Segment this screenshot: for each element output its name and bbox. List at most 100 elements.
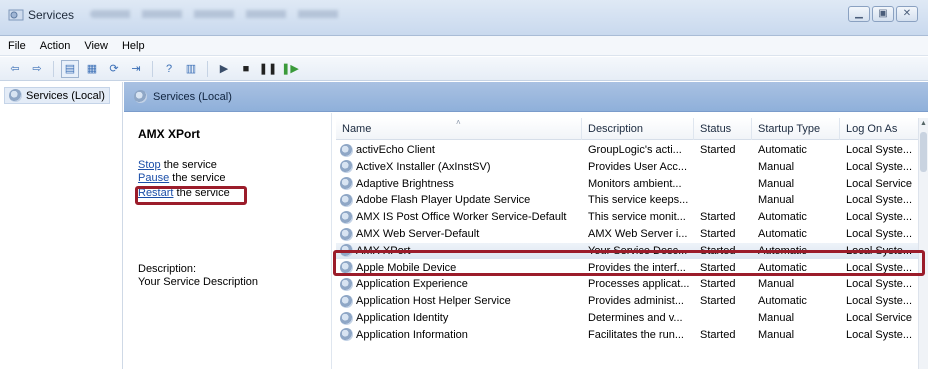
table-row[interactable]: activEcho Client GroupLogic's acti... Star… bbox=[336, 142, 928, 158]
toolbar-separator bbox=[53, 60, 54, 77]
toolbar: ⇦ ⇨ ▤ ▦ ⟳ ⇥ ? ▥ ▶ ■ ❚❚ ❚▶ bbox=[0, 57, 928, 81]
cell-name: Application Host Helper Service bbox=[340, 293, 584, 309]
console-tree-icon[interactable]: ▤ bbox=[61, 59, 79, 78]
cell-description: Provides administ... bbox=[588, 295, 684, 308]
service-name-text: Application Identity bbox=[356, 312, 449, 324]
main-header-label: Services (Local) bbox=[153, 90, 232, 103]
minimize-button[interactable]: ▁ bbox=[848, 6, 870, 22]
gear-icon bbox=[340, 311, 353, 325]
window-title: Services bbox=[28, 8, 75, 22]
stop-link-rest: the service bbox=[160, 159, 217, 171]
view-icon[interactable]: ▥ bbox=[182, 60, 200, 78]
maximize-button[interactable]: ▣ bbox=[872, 6, 894, 22]
cell-name: Application Information bbox=[340, 327, 584, 343]
cell-startup-type: Automatic bbox=[758, 228, 807, 240]
help-icon[interactable]: ? bbox=[160, 60, 178, 78]
cell-status: Started bbox=[700, 295, 736, 308]
services-window: Services ▁ ▣ ✕ File Action View Help ⇦ ⇨… bbox=[0, 0, 928, 369]
gear-icon bbox=[340, 227, 353, 241]
table-row[interactable]: ActiveX Installer (AxInstSV) Provides Use… bbox=[336, 159, 928, 175]
toolbar-separator bbox=[207, 60, 208, 77]
table-row[interactable]: Application Experience Processes applicat… bbox=[336, 276, 928, 292]
service-name-text: Application Experience bbox=[356, 278, 468, 291]
cell-startup-type: Automatic bbox=[758, 211, 807, 224]
menu-view[interactable]: View bbox=[84, 36, 108, 55]
cell-startup-type: Automatic bbox=[758, 144, 807, 156]
gear-icon bbox=[9, 89, 22, 102]
service-name-text: Application Information bbox=[356, 328, 468, 341]
table-row[interactable]: AMX Web Server-Default AMX Web Server i..… bbox=[336, 226, 928, 242]
cell-status: Started bbox=[700, 211, 736, 224]
service-name-text: Application Host Helper Service bbox=[356, 295, 511, 308]
table-row[interactable]: Application Host Helper Service Provides … bbox=[336, 293, 928, 309]
column-status[interactable]: Status bbox=[694, 118, 752, 140]
vertical-scrollbar[interactable]: ▲ bbox=[918, 118, 928, 369]
column-startup-type[interactable]: Startup Type bbox=[752, 118, 840, 140]
service-name-text: ActiveX Installer (AxInstSV) bbox=[356, 160, 491, 173]
cell-log-on-as: Local Syste... bbox=[846, 194, 913, 207]
description-label: Description: bbox=[138, 263, 197, 275]
gear-icon bbox=[340, 328, 353, 342]
console-tree: Services (Local) bbox=[0, 82, 123, 369]
resume-icon[interactable]: ❚▶ bbox=[281, 60, 299, 78]
stop-icon[interactable]: ■ bbox=[237, 60, 255, 78]
menu-action[interactable]: Action bbox=[40, 36, 71, 55]
tree-item-services-local[interactable]: Services (Local) bbox=[4, 87, 110, 104]
properties-icon[interactable]: ▦ bbox=[83, 60, 101, 78]
gear-icon bbox=[340, 294, 353, 308]
column-log-on-as[interactable]: Log On As bbox=[840, 118, 918, 140]
table-row[interactable]: Application Identity Determines and v... M… bbox=[336, 310, 928, 326]
cell-status: Started bbox=[700, 144, 736, 156]
cell-name: ActiveX Installer (AxInstSV) bbox=[340, 159, 584, 175]
column-name[interactable]: Name ˄ bbox=[336, 118, 582, 140]
cell-startup-type: Manual bbox=[758, 328, 795, 341]
gear-icon bbox=[340, 177, 353, 191]
scrollbar-thumb[interactable] bbox=[920, 132, 927, 172]
column-description[interactable]: Description bbox=[582, 118, 694, 140]
service-name-text: Adobe Flash Player Update Service bbox=[356, 194, 531, 207]
cell-description: AMX Web Server i... bbox=[588, 228, 688, 240]
menu-help[interactable]: Help bbox=[122, 36, 145, 55]
pause-action: Pause the service bbox=[138, 172, 225, 184]
gear-icon bbox=[134, 90, 147, 103]
cell-name: AMX IS Post Office Worker Service-Defaul… bbox=[340, 209, 584, 225]
cell-name: Adaptive Brightness bbox=[340, 176, 584, 192]
back-icon[interactable]: ⇦ bbox=[6, 60, 24, 78]
stop-link[interactable]: Stop bbox=[138, 159, 161, 171]
table-row[interactable]: Adaptive Brightness Monitors ambient... Ma… bbox=[336, 176, 928, 192]
blurred-titlebar-text bbox=[90, 10, 350, 18]
gear-icon bbox=[340, 160, 353, 174]
cell-startup-type: Automatic bbox=[758, 295, 807, 308]
cell-startup-type: Manual bbox=[758, 312, 795, 324]
table-row[interactable]: Application Information Facilitates the r… bbox=[336, 327, 928, 343]
service-detail-pane: AMX XPort Stop the service Pause the ser… bbox=[124, 113, 332, 369]
cell-description: Facilitates the run... bbox=[588, 328, 684, 341]
cell-log-on-as: Local Service bbox=[846, 177, 913, 190]
forward-icon[interactable]: ⇨ bbox=[28, 60, 46, 78]
cell-startup-type: Manual bbox=[758, 278, 795, 291]
refresh-icon[interactable]: ⟳ bbox=[105, 60, 123, 78]
cell-description: Processes applicat... bbox=[588, 278, 690, 291]
gear-icon bbox=[340, 210, 353, 224]
scroll-up-icon[interactable]: ▲ bbox=[920, 120, 927, 127]
pause-icon[interactable]: ❚❚ bbox=[259, 60, 277, 78]
description-text: Your Service Description bbox=[138, 276, 259, 288]
service-name-text: AMX IS Post Office Worker Service-Defaul… bbox=[356, 211, 567, 224]
table-row[interactable]: Adobe Flash Player Update Service This se… bbox=[336, 192, 928, 208]
close-button[interactable]: ✕ bbox=[896, 6, 918, 22]
list-header: Name ˄ Description Status Startup Type Lo… bbox=[336, 118, 928, 140]
cell-description: Provides User Acc... bbox=[588, 160, 688, 173]
pause-link[interactable]: Pause bbox=[138, 172, 169, 184]
cell-startup-type: Manual bbox=[758, 177, 795, 190]
cell-status: Started bbox=[700, 228, 736, 240]
export-icon[interactable]: ⇥ bbox=[127, 60, 145, 78]
restart-highlight bbox=[135, 186, 247, 205]
service-name-text: Adaptive Brightness bbox=[356, 177, 454, 190]
play-icon[interactable]: ▶ bbox=[215, 60, 233, 78]
service-name-text: AMX Web Server-Default bbox=[356, 228, 480, 240]
menu-file[interactable]: File bbox=[8, 36, 26, 55]
title-bar[interactable]: Services ▁ ▣ ✕ bbox=[0, 0, 928, 36]
sort-arrow-icon: ˄ bbox=[456, 118, 461, 127]
table-row[interactable]: AMX IS Post Office Worker Service-Defaul… bbox=[336, 209, 928, 225]
main-pane: Services (Local) AMX XPort Stop the serv… bbox=[124, 82, 928, 369]
